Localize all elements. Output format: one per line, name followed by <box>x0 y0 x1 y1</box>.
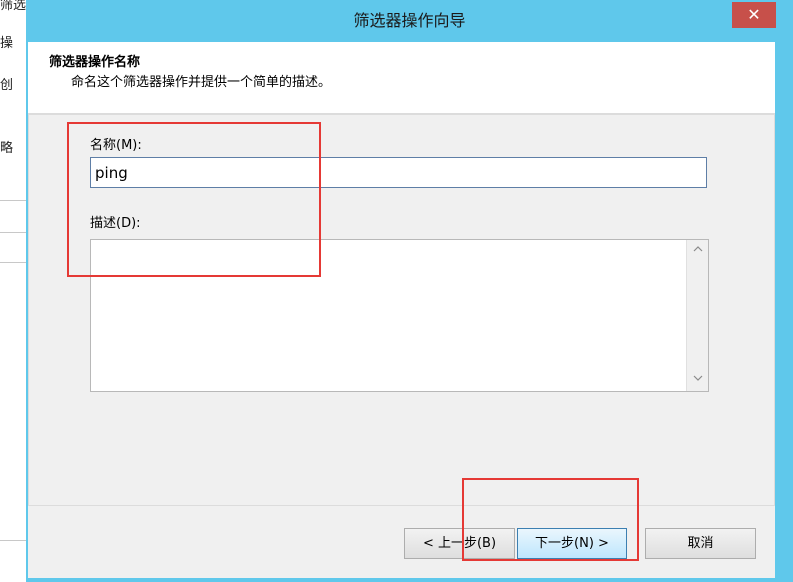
wizard-header: 筛选器操作名称 命名这个筛选器操作并提供一个简单的描述。 <box>28 42 775 114</box>
header-title: 筛选器操作名称 <box>49 55 141 70</box>
highlight-box <box>462 478 639 561</box>
filter-action-wizard-dialog: 筛选器操作向导 ✕ 筛选器操作名称 命名这个筛选器操作并提供一个简单的描述。 名… <box>26 0 793 582</box>
background-divider <box>0 540 26 541</box>
background-text: 筛选器操作 <box>0 0 26 13</box>
background-window: 筛选器操作 操 创 略 <box>0 0 27 582</box>
chevron-down-icon[interactable] <box>688 371 707 387</box>
background-text: 略 <box>0 141 14 156</box>
footer-divider <box>28 505 775 506</box>
background-divider <box>0 200 26 201</box>
chevron-up-icon[interactable] <box>688 242 707 258</box>
title-bar[interactable]: 筛选器操作向导 ✕ <box>26 0 793 42</box>
close-icon: ✕ <box>747 5 761 24</box>
close-button[interactable]: ✕ <box>732 2 776 28</box>
highlight-box <box>67 122 321 277</box>
header-subtitle: 命名这个筛选器操作并提供一个简单的描述。 <box>71 75 332 90</box>
background-text: 创 <box>0 78 14 93</box>
background-divider <box>0 262 26 263</box>
background-text: 操 <box>0 36 14 51</box>
description-scrollbar[interactable] <box>686 240 708 391</box>
dialog-title: 筛选器操作向导 <box>353 11 466 30</box>
background-divider <box>0 232 26 233</box>
cancel-button[interactable]: 取消 <box>645 528 756 559</box>
